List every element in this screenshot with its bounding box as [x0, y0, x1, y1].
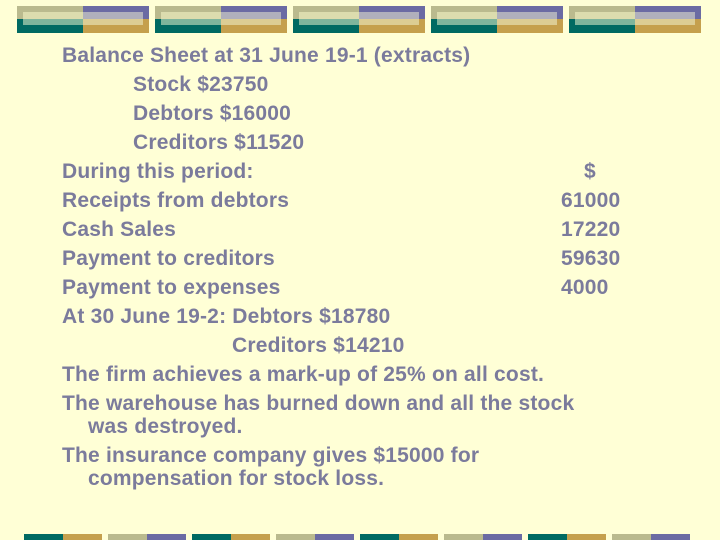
- balance-sheet-heading: Balance Sheet at 31 June 19-1 (extracts): [62, 44, 471, 67]
- footer-decor-segment: [483, 534, 522, 540]
- closing-creditors: Creditors $14210: [232, 334, 405, 357]
- header-decor-block: [293, 6, 425, 33]
- closing-debtors: At 30 June 19-2: Debtors $18780: [62, 305, 391, 328]
- footer-decor-segment: [651, 534, 690, 540]
- footer-decor-segment: [444, 534, 483, 540]
- balance-item-creditors: Creditors $11520: [133, 131, 305, 154]
- footer-decor-segment: [276, 534, 315, 540]
- balance-item-stock: Stock $23750: [133, 73, 269, 96]
- header-decor-block: [17, 6, 149, 33]
- footer-decor-segment: [63, 534, 102, 540]
- footer-decor-segment: [612, 534, 651, 540]
- period-heading: During this period:: [62, 160, 254, 183]
- insurance-note-line2: compensation for stock loss.: [88, 467, 385, 490]
- period-row-label: Payment to expenses: [62, 276, 281, 299]
- period-row-amount: 59630: [561, 247, 621, 270]
- footer-decor-segment: [399, 534, 438, 540]
- period-row-label: Receipts from debtors: [62, 189, 290, 212]
- footer-decor-segment: [192, 534, 231, 540]
- period-row-amount: 61000: [561, 189, 621, 212]
- footer-decor-segment: [147, 534, 186, 540]
- period-row-label: Payment to creditors: [62, 247, 275, 270]
- footer-decoration-band: [0, 534, 720, 540]
- period-row-label: Cash Sales: [62, 218, 177, 241]
- footer-decor-segment: [231, 534, 270, 540]
- markup-note: The firm achieves a mark-up of 25% on al…: [62, 363, 545, 386]
- balance-item-debtors: Debtors $16000: [133, 102, 292, 125]
- header-decor-block: [569, 6, 701, 33]
- header-decor-block: [431, 6, 563, 33]
- footer-decor-segment: [360, 534, 399, 540]
- footer-decor-segment: [24, 534, 63, 540]
- header-decoration-band: [0, 6, 720, 33]
- period-row-amount: 17220: [561, 218, 621, 241]
- footer-decor-segment: [315, 534, 354, 540]
- fire-note-line2: was destroyed.: [88, 415, 243, 438]
- currency-header: $: [584, 160, 596, 183]
- footer-decor-segment: [108, 534, 147, 540]
- footer-decor-segment: [528, 534, 567, 540]
- period-row-amount: 4000: [561, 276, 609, 299]
- header-decor-block: [155, 6, 287, 33]
- footer-decor-segment: [567, 534, 606, 540]
